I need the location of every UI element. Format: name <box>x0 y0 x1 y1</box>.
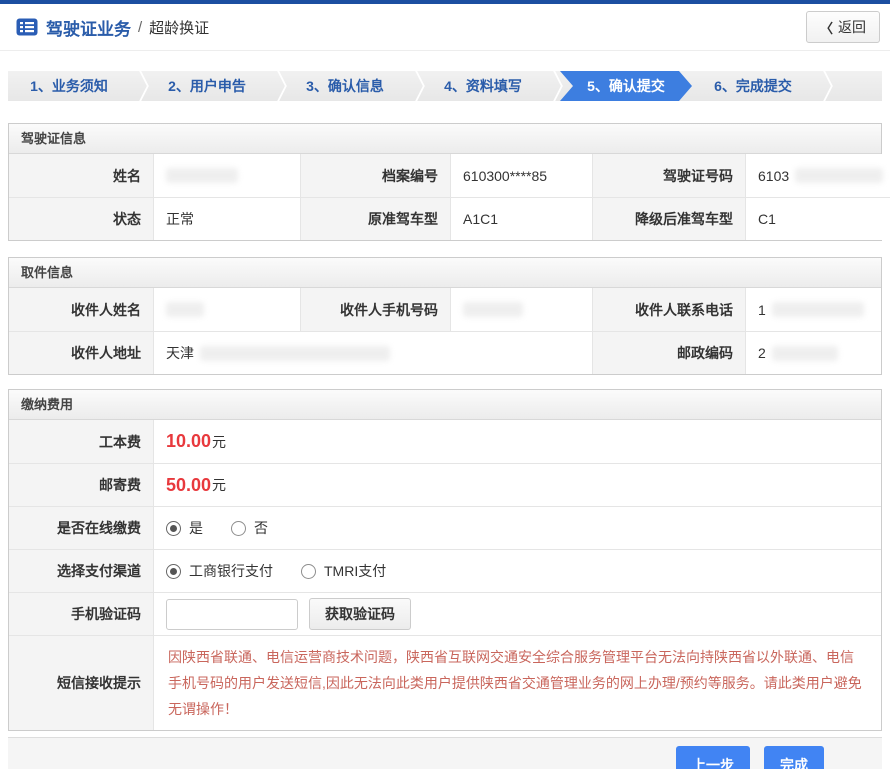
recipient-name-label: 收件人姓名 <box>9 288 154 331</box>
progress-step-1: 1、业务须知 <box>8 71 130 101</box>
fee-panel-title: 缴纳费用 <box>9 390 881 420</box>
channel-tmri-label: TMRI支付 <box>324 561 386 581</box>
page-title: 驾驶证业务 <box>46 15 131 40</box>
pickup-info-title: 取件信息 <box>9 258 881 288</box>
online-pay-no-radio[interactable] <box>231 521 246 536</box>
sms-code-label: 手机验证码 <box>9 592 154 635</box>
sms-tip-label: 短信接收提示 <box>9 635 154 730</box>
pickup-info-panel: 取件信息 收件人姓名 收件人手机号码 收件人联系电话 1 收件人地址 天津 邮政… <box>8 257 882 375</box>
step-separator <box>544 71 560 101</box>
progress-step-6: 6、完成提交 <box>692 71 814 101</box>
breadcrumb-separator: / <box>138 19 142 36</box>
channel-icbc-label: 工商银行支付 <box>189 561 273 581</box>
work-fee-unit: 元 <box>212 432 226 452</box>
work-fee-label: 工本费 <box>9 420 154 463</box>
steps-progress-bar: 1、业务须知 2、用户申告 3、确认信息 4、资料填写 5、确认提交 6、完成提… <box>8 71 882 101</box>
progress-step-3: 3、确认信息 <box>284 71 406 101</box>
redacted-text <box>772 346 838 361</box>
progress-step-2: 2、用户申告 <box>146 71 268 101</box>
post-fee-unit: 元 <box>212 475 226 495</box>
sms-code-row: 获取验证码 <box>154 592 881 635</box>
redacted-text <box>463 302 523 317</box>
downgraded-class-value: C1 <box>746 197 890 240</box>
progress-step-4: 4、资料填写 <box>422 71 544 101</box>
sms-tip-cell: 因陕西省联通、电信运营商技术问题，陕西省互联网交通安全综合服务管理平台无法向持陕… <box>154 635 881 730</box>
back-button-label: 返回 <box>838 17 866 37</box>
prev-step-button[interactable]: 上一步 <box>676 746 750 769</box>
channel-tmri-radio[interactable] <box>301 564 316 579</box>
license-service-icon <box>16 18 38 36</box>
online-pay-no-label: 否 <box>254 518 268 538</box>
online-pay-yes-radio[interactable] <box>166 521 181 536</box>
post-fee-label: 邮寄费 <box>9 463 154 506</box>
license-no-value: 6103 <box>746 154 890 197</box>
get-sms-code-button[interactable]: 获取验证码 <box>309 598 411 630</box>
license-no-label: 驾驶证号码 <box>593 154 746 197</box>
recipient-phone-value: 1 <box>746 288 881 331</box>
orig-class-label: 原准驾车型 <box>301 197 451 240</box>
postcode-label: 邮政编码 <box>593 331 746 374</box>
recipient-name-value <box>154 288 301 331</box>
redacted-text <box>166 168 238 183</box>
redacted-text <box>200 346 390 361</box>
steps-filler <box>830 71 882 101</box>
online-pay-label: 是否在线缴费 <box>9 506 154 549</box>
license-info-title: 驾驶证信息 <box>9 124 881 154</box>
step-separator <box>130 71 146 101</box>
progress-step-5-active: 5、确认提交 <box>560 71 692 101</box>
downgraded-class-label: 降级后准驾车型 <box>593 197 746 240</box>
status-value: 正常 <box>154 197 301 240</box>
fee-panel: 缴纳费用 工本费 10.00元 邮寄费 50.00元 是否在线缴费 是 否 选择… <box>8 389 882 731</box>
redacted-text <box>772 302 864 317</box>
step-separator <box>268 71 284 101</box>
pay-channel-label: 选择支付渠道 <box>9 549 154 592</box>
redacted-text <box>795 168 883 183</box>
sms-code-input[interactable] <box>166 599 298 630</box>
address-value: 天津 <box>154 331 593 374</box>
step-separator <box>406 71 422 101</box>
name-label: 姓名 <box>9 154 154 197</box>
post-fee-amount: 50.00 <box>166 475 211 496</box>
work-fee-amount: 10.00 <box>166 431 211 452</box>
finish-button[interactable]: 完成 <box>764 746 824 769</box>
recipient-mobile-label: 收件人手机号码 <box>301 288 451 331</box>
back-button[interactable]: 〈 返回 <box>806 11 880 43</box>
page-subtitle: 超龄换证 <box>149 17 209 38</box>
name-value <box>154 154 301 197</box>
license-info-panel: 驾驶证信息 姓名 档案编号 610300****85 驾驶证号码 6103 状态… <box>8 123 882 241</box>
work-fee-value: 10.00元 <box>154 420 881 463</box>
sms-tip-text: 因陕西省联通、电信运营商技术问题，陕西省互联网交通安全综合服务管理平台无法向持陕… <box>168 644 867 722</box>
postcode-value: 2 <box>746 331 881 374</box>
recipient-mobile-value <box>451 288 593 331</box>
file-no-value: 610300****85 <box>451 154 593 197</box>
post-fee-value: 50.00元 <box>154 463 881 506</box>
file-no-label: 档案编号 <box>301 154 451 197</box>
orig-class-value: A1C1 <box>451 197 593 240</box>
back-chevron-icon: 〈 <box>820 18 833 37</box>
channel-icbc-radio[interactable] <box>166 564 181 579</box>
pay-channel-options: 工商银行支付 TMRI支付 <box>154 549 881 592</box>
address-label: 收件人地址 <box>9 331 154 374</box>
status-label: 状态 <box>9 197 154 240</box>
redacted-text <box>166 302 204 317</box>
footer-action-bar: 上一步 完成 <box>8 737 882 769</box>
online-pay-options: 是 否 <box>154 506 881 549</box>
page-header: 驾驶证业务 / 超龄换证 〈 返回 <box>0 4 890 51</box>
online-pay-yes-label: 是 <box>189 518 203 538</box>
recipient-phone-label: 收件人联系电话 <box>593 288 746 331</box>
step-separator <box>814 71 830 101</box>
